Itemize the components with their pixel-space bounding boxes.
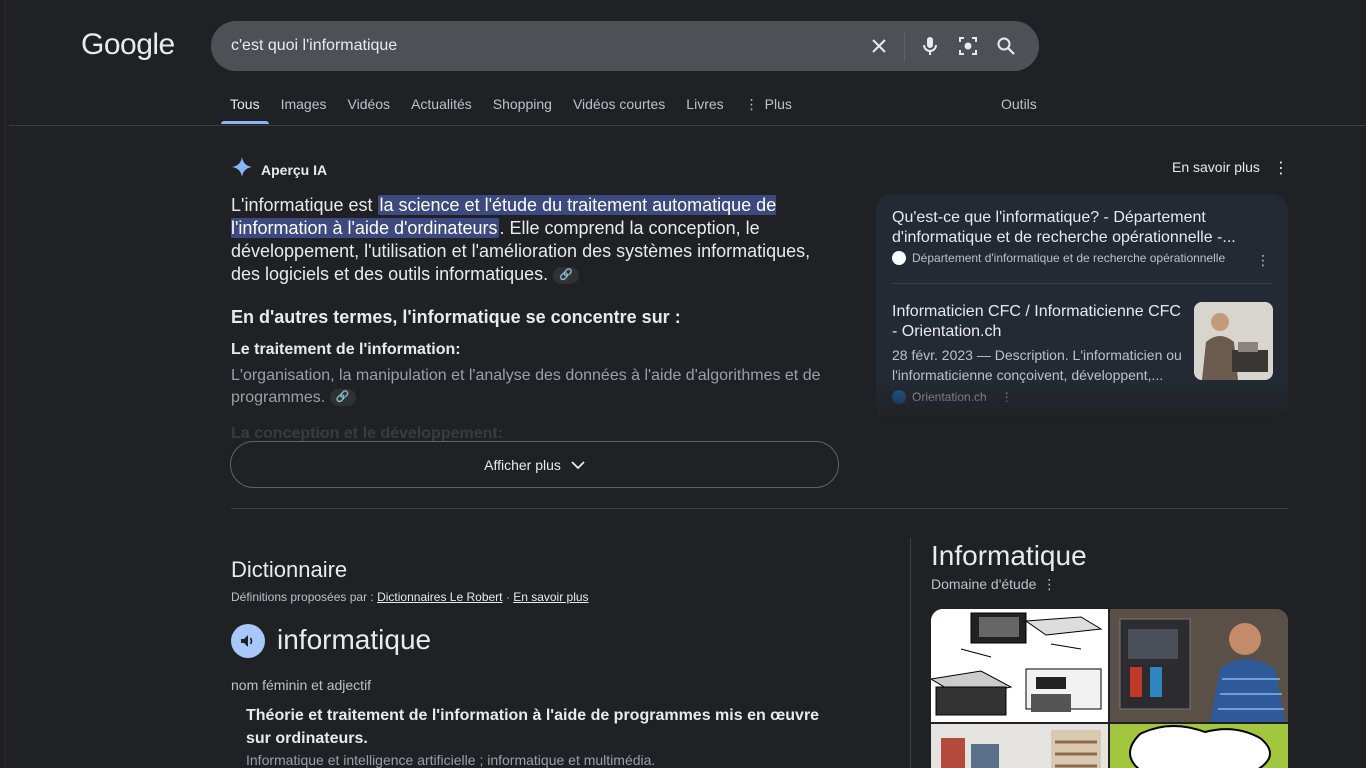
google-logo[interactable]: Google (81, 28, 175, 62)
ai-point-body: L'organisation, la manipulation et l'ana… (231, 365, 841, 409)
dictionary-word: informatique (277, 624, 432, 655)
more-options-icon[interactable]: ⋮ (1042, 576, 1056, 593)
clear-icon[interactable] (860, 27, 898, 65)
source-thumbnail[interactable] (1194, 302, 1273, 380)
knowledge-panel-title: Informatique (931, 540, 1087, 571)
site-favicon-icon (892, 251, 906, 265)
computer-diagram-image[interactable] (931, 609, 1108, 722)
chevron-down-icon (571, 457, 585, 473)
dictionary-title: Dictionnaire (231, 557, 348, 582)
ai-overview-header: Aperçu IA (231, 156, 327, 183)
cartoon-image[interactable] (1110, 724, 1288, 768)
definition-example: Informatique et intelligence artificiell… (246, 752, 656, 768)
definition-text: Théorie et traitement de l'information à… (246, 707, 820, 747)
show-more-button[interactable]: Afficher plus (230, 441, 839, 488)
ai-para-start: L'informatique est (231, 195, 378, 215)
source-divider (892, 283, 1272, 284)
tab-more-label: Plus (764, 96, 792, 112)
ai-overview-paragraph: L'informatique est la science et l'étude… (231, 194, 841, 286)
tab-images[interactable]: Images (281, 88, 327, 124)
ai-overview-title: Aperçu IA (261, 161, 328, 178)
technician-image[interactable] (1110, 609, 1288, 722)
tab-shopping[interactable]: Shopping (493, 88, 552, 124)
sparkle-icon (231, 156, 253, 183)
source-site: Orientation.ch ⋮ (892, 390, 1013, 404)
dictionary-separator: · (505, 590, 510, 604)
search-icon[interactable] (987, 27, 1025, 65)
source-more-icon[interactable]: ⋮ (1256, 252, 1270, 269)
tab-books[interactable]: Livres (686, 88, 723, 124)
microphone-icon[interactable] (911, 27, 949, 65)
lens-camera-icon[interactable] (949, 27, 987, 65)
tab-news[interactable]: Actualités (411, 88, 472, 124)
dictionary-learn-more-link[interactable]: En savoir plus (513, 590, 588, 604)
part-of-speech: nom féminin et adjectif (231, 677, 372, 693)
browser-viewport: Google Tous Images Vidéos Actualités Sho… (4, 0, 1366, 768)
knowledge-panel-subtitle-text: Domaine d'étude (931, 576, 1037, 592)
search-box[interactable] (211, 21, 1039, 71)
library-image[interactable] (931, 724, 1108, 768)
more-options-icon[interactable]: ⋮ (1273, 158, 1289, 178)
ai-subheading: En d'autres termes, l'informatique se co… (231, 307, 681, 327)
learn-more-link[interactable]: En savoir plus (1172, 159, 1260, 175)
source-snippet: 28 févr. 2023 — Description. L'informati… (892, 347, 1182, 383)
knowledge-panel-divider (910, 538, 911, 768)
tab-all[interactable]: Tous (221, 88, 269, 124)
search-divider (904, 31, 905, 61)
pronunciation-button[interactable] (231, 624, 265, 658)
sources-card: Qu'est-ce que l'informatique? - Départem… (876, 194, 1288, 420)
search-input[interactable] (231, 37, 871, 55)
more-vert-icon: ⋮ (744, 96, 759, 112)
dictionary-credits-prefix: Définitions proposées par : (231, 590, 374, 604)
source-site-name: Département d'informatique et de recherc… (912, 251, 1226, 265)
header-divider (9, 125, 1366, 126)
source-title[interactable]: Qu'est-ce que l'informatique? - Départem… (892, 208, 1252, 248)
tab-short-videos[interactable]: Vidéos courtes (573, 88, 665, 124)
ai-point-text: L'organisation, la manipulation et l'ana… (231, 367, 821, 406)
speaker-icon (241, 635, 253, 647)
tab-more[interactable]: ⋮ Plus (745, 88, 792, 124)
knowledge-panel-images (931, 609, 1288, 768)
source-site-name: Orientation.ch (912, 390, 987, 404)
ai-point-title: Le traitement de l'information: (231, 341, 461, 358)
show-more-label: Afficher plus (484, 456, 561, 473)
tab-videos[interactable]: Vidéos (348, 88, 391, 124)
link-icon[interactable]: 🔗 (553, 266, 580, 284)
source-title[interactable]: Informaticien CFC / Informaticienne CFC … (892, 302, 1182, 342)
dictionary-credits: Définitions proposées par : Dictionnaire… (231, 590, 589, 604)
search-box-icons (860, 21, 1025, 71)
tools-button[interactable]: Outils (1001, 96, 1037, 112)
dictionary-source-link[interactable]: Dictionnaires Le Robert (377, 590, 502, 604)
source-more-icon[interactable]: ⋮ (1001, 390, 1013, 404)
site-favicon-icon (892, 390, 906, 404)
source-site: Département d'informatique et de recherc… (892, 251, 1225, 265)
knowledge-panel-subtitle: Domaine d'étude ⋮ (931, 576, 1056, 593)
search-tabs: Tous Images Vidéos Actualités Shopping V… (221, 88, 813, 124)
link-icon[interactable]: 🔗 (329, 389, 356, 407)
section-divider (231, 508, 1288, 509)
